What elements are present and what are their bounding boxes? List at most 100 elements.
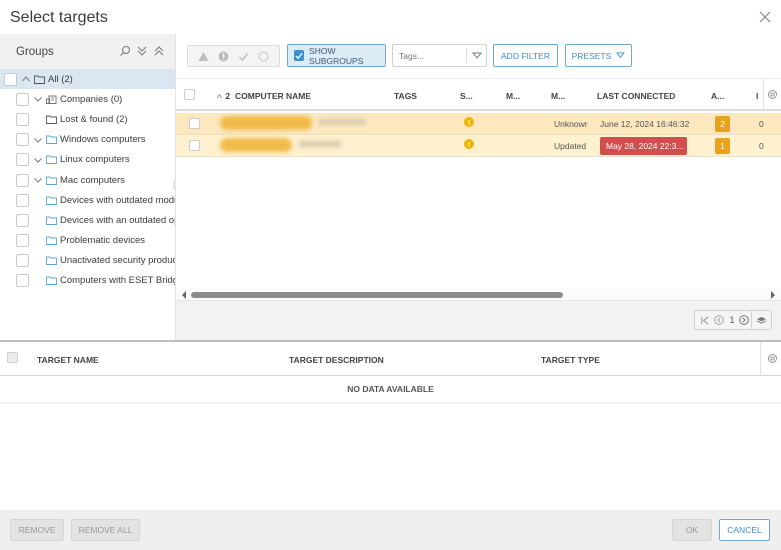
presets-label: PRESETS (571, 50, 612, 61)
group-checkbox[interactable] (16, 92, 29, 106)
first-page-icon[interactable] (697, 316, 711, 325)
column-computer-name[interactable]: COMPUTER NAME (235, 91, 311, 101)
computer-table-row[interactable]: ! Updated May 28, 2024 22:3... 1 0 (176, 135, 781, 157)
ok-check-filter-icon[interactable] (238, 51, 249, 62)
targets-column-settings-gear-icon[interactable] (767, 353, 778, 364)
warning-status-icon: ! (464, 139, 474, 149)
group-label: Computers with ESET Bridge inst (60, 275, 175, 287)
scroll-right-arrow-icon (771, 291, 775, 299)
group-tree-item[interactable]: All (2) (0, 69, 175, 90)
targets-select-all-checkbox[interactable] (7, 352, 18, 363)
ok-button[interactable]: OK (672, 519, 712, 541)
next-page-icon[interactable] (737, 315, 751, 325)
computer-table-row[interactable]: ! Unknowr June 12, 2024 16:46:32 2 0 (176, 113, 781, 135)
chevron-down-icon[interactable] (33, 135, 43, 145)
close-button[interactable] (758, 10, 772, 24)
dynamic-group-folder-icon (46, 236, 57, 246)
add-filter-button[interactable]: ADD FILTER (493, 44, 558, 67)
group-checkbox[interactable] (16, 213, 29, 227)
selected-targets-table: TARGET NAME TARGET DESCRIPTION TARGET TY… (0, 342, 781, 510)
search-icon[interactable] (119, 45, 131, 57)
group-checkbox[interactable] (16, 234, 29, 248)
tags-input[interactable] (393, 45, 463, 66)
cancel-button[interactable]: CANCEL (719, 519, 770, 541)
alerts-badge: 1 (715, 138, 730, 154)
dynamic-group-folder-icon (46, 155, 57, 165)
group-tree-item[interactable]: Linux computers (0, 150, 175, 170)
show-subgroups-label: SHOW SUBGROUPS (309, 45, 364, 66)
group-tree: All (2) Companies (0) Lost & found (2) Wind… (0, 69, 175, 291)
group-tree-item[interactable]: Mac computers (0, 170, 175, 190)
previous-page-icon[interactable] (711, 315, 727, 325)
unknown-circle-filter-icon[interactable] (258, 51, 269, 62)
group-tree-item[interactable]: Computers with ESET Bridge inst (0, 271, 175, 291)
presets-button[interactable]: PRESETS (565, 44, 632, 67)
row-checkbox[interactable] (189, 140, 200, 151)
group-label: Windows computers (60, 134, 146, 146)
checkbox-checked-icon (294, 50, 305, 61)
column-status[interactable]: S... (460, 91, 473, 101)
pagination-control: 1 (694, 310, 772, 330)
column-muted[interactable]: M... (506, 91, 520, 101)
remove-button[interactable]: REMOVE (10, 519, 64, 541)
row-checkbox[interactable] (189, 118, 200, 129)
group-label: Problematic devices (60, 235, 146, 247)
company-icon (46, 95, 57, 104)
group-checkbox[interactable] (16, 193, 29, 207)
dynamic-group-folder-icon (46, 176, 57, 185)
group-tree-item[interactable]: Windows computers (0, 130, 175, 150)
scrollbar-thumb[interactable] (191, 292, 563, 298)
warning-triangle-filter-icon[interactable] (198, 51, 209, 62)
chevron-up-icon[interactable] (21, 74, 31, 84)
group-label: Unactivated security product (60, 255, 175, 267)
select-all-checkbox[interactable] (184, 89, 195, 100)
group-checkbox[interactable] (16, 274, 29, 288)
sort-indicator[interactable]: 2 (216, 91, 230, 101)
warning-status-icon: ! (464, 117, 474, 127)
group-tree-item[interactable]: Lost & found (2) (0, 109, 175, 129)
show-subgroups-toggle[interactable]: SHOW SUBGROUPS (287, 44, 386, 67)
group-checkbox[interactable] (16, 153, 29, 167)
collapse-all-icon[interactable] (153, 45, 165, 57)
dynamic-group-folder-icon (46, 276, 57, 286)
groups-panel: Groups All (2) Companies (0) Lost & found … (0, 34, 176, 340)
chevron-down-icon[interactable] (33, 94, 43, 104)
group-checkbox[interactable] (16, 254, 29, 268)
computer-name-redacted[interactable] (220, 138, 292, 152)
computer-ip-redacted (298, 141, 342, 147)
group-checkbox[interactable] (4, 72, 17, 86)
column-modules[interactable]: M... (551, 91, 565, 101)
chevron-down-icon[interactable] (33, 155, 43, 165)
column-settings-gear-icon[interactable] (767, 89, 778, 100)
group-label: All (2) (48, 73, 73, 85)
group-tree-item[interactable]: Problematic devices (0, 231, 175, 251)
error-filter-icon[interactable] (218, 51, 229, 62)
groups-header: Groups (0, 34, 175, 69)
group-label: Devices with an outdated operat (60, 214, 175, 226)
horizontal-scrollbar[interactable] (176, 288, 781, 301)
column-separator (763, 79, 764, 111)
column-last-connected[interactable]: LAST CONNECTED (597, 91, 675, 101)
column-alerts[interactable]: A... (711, 91, 724, 101)
dialog-footer: REMOVE REMOVE ALL OK CANCEL (0, 510, 781, 550)
current-page-number: 1 (729, 315, 735, 325)
column-target-name[interactable]: TARGET NAME (37, 355, 99, 365)
tags-dropdown-button[interactable] (466, 48, 486, 63)
group-checkbox[interactable] (16, 173, 29, 187)
group-tree-item[interactable]: Unactivated security product (0, 251, 175, 271)
tags-select[interactable] (392, 44, 487, 67)
column-target-type[interactable]: TARGET TYPE (541, 355, 600, 365)
group-tree-item[interactable]: Devices with outdated modules (0, 190, 175, 210)
computer-name-redacted[interactable] (220, 116, 312, 130)
column-tags[interactable]: TAGS (394, 91, 417, 101)
remove-all-button[interactable]: REMOVE ALL (71, 519, 140, 541)
expand-all-icon[interactable] (136, 45, 148, 57)
chevron-down-icon[interactable] (33, 175, 43, 185)
column-detections[interactable]: I (756, 91, 758, 101)
group-checkbox[interactable] (16, 133, 29, 147)
column-target-description[interactable]: TARGET DESCRIPTION (289, 355, 384, 365)
page-size-layers-icon[interactable] (752, 316, 770, 325)
group-tree-item[interactable]: Devices with an outdated operat (0, 210, 175, 230)
group-checkbox[interactable] (16, 112, 29, 126)
group-tree-item[interactable]: Companies (0) (0, 89, 175, 109)
